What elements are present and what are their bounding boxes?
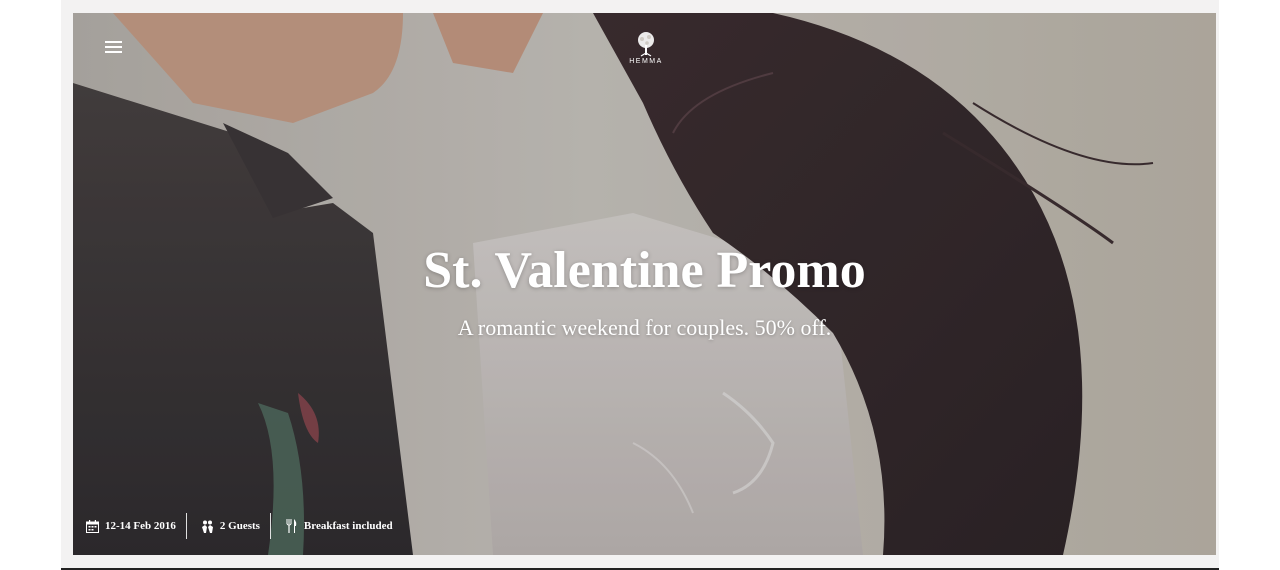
hamburger-menu-icon[interactable] [103, 39, 123, 55]
hero-subtitle: A romantic weekend for couples. 50% off. [457, 315, 832, 340]
meta-dates: 12-14 Feb 2016 [86, 513, 186, 539]
brand-logo[interactable]: HEMMA [626, 31, 666, 65]
meta-guests-label: 2 Guests [219, 520, 260, 532]
meta-breakfast-label: Breakfast included [303, 520, 393, 532]
hero-title: St. Valentine Promo [423, 242, 866, 299]
calendar-icon [86, 519, 99, 533]
guests-icon [201, 520, 213, 533]
brand-name: HEMMA [629, 58, 663, 65]
meta-dates-label: 12-14 Feb 2016 [105, 520, 176, 532]
tree-icon [638, 32, 654, 57]
promo-hero: HEMMA St. Valentine Promo A romantic wee… [73, 13, 1216, 555]
breakfast-icon [286, 519, 297, 533]
meta-guests: 2 Guests [185, 513, 270, 539]
meta-breakfast: Breakfast included [269, 513, 403, 539]
promo-details: 12-14 Feb 2016 2 Guests Breakfast includ… [86, 513, 403, 539]
